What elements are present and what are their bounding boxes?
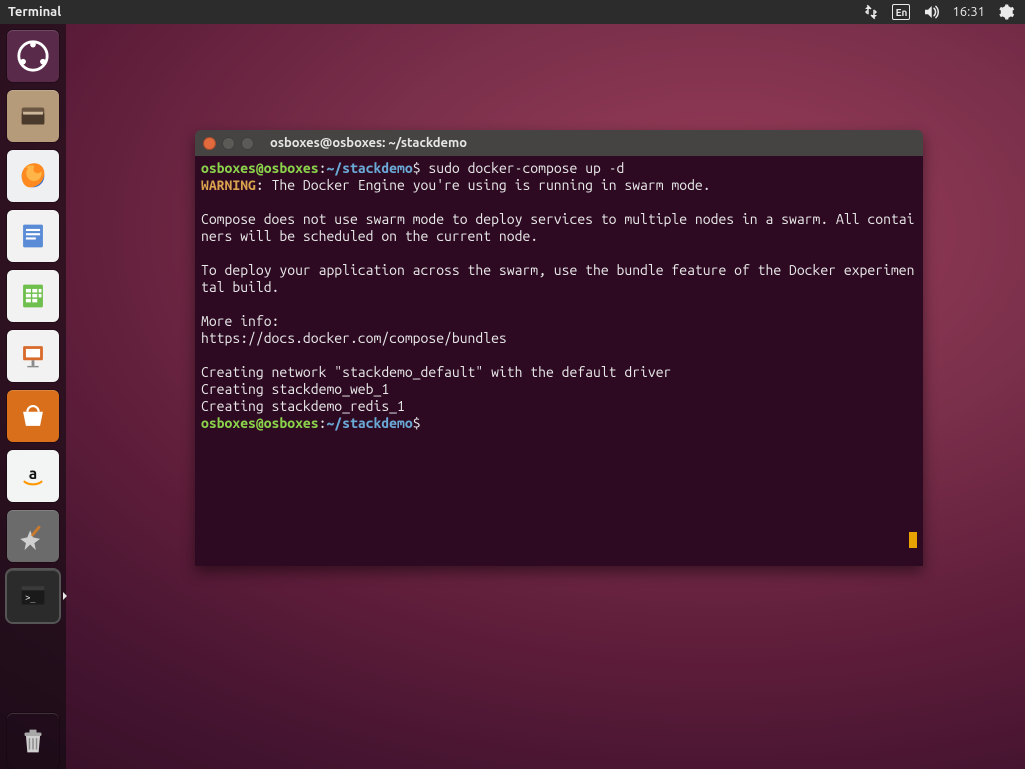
active-app-title: Terminal xyxy=(8,5,61,19)
terminal-body[interactable]: osboxes@osboxes:~/stackdemo$ sudo docker… xyxy=(195,156,923,566)
warning-label: WARNING xyxy=(201,177,256,193)
launcher-terminal[interactable]: >_ xyxy=(7,570,59,622)
window-close-button[interactable] xyxy=(203,137,216,150)
output-block-2: To deploy your application across the sw… xyxy=(201,262,914,295)
window-minimize-button[interactable] xyxy=(222,137,235,150)
launcher-calc[interactable] xyxy=(7,270,59,322)
gear-icon[interactable] xyxy=(997,3,1015,21)
svg-text:>_: >_ xyxy=(25,593,36,603)
prompt2-dollar: $ xyxy=(413,415,429,431)
more-info-label: More info: xyxy=(201,313,279,329)
output-block-1: Compose does not use swarm mode to deplo… xyxy=(201,211,914,244)
prompt2-path: ~/stackdemo xyxy=(326,415,412,431)
launcher-settings[interactable] xyxy=(7,510,59,562)
creating-line-0: Creating network "stackdemo_default" wit… xyxy=(201,364,671,380)
terminal-window: osboxes@osboxes: ~/stackdemo osboxes@osb… xyxy=(195,130,923,566)
indicator-area: En 16:31 xyxy=(862,3,1025,21)
top-panel: Terminal En 16:31 xyxy=(0,0,1025,24)
network-icon[interactable] xyxy=(862,3,880,21)
warning-text: : The Docker Engine you're using is runn… xyxy=(256,177,711,193)
launcher-software[interactable] xyxy=(7,390,59,442)
prompt-dollar: $ xyxy=(413,160,429,176)
prompt-path: ~/stackdemo xyxy=(326,160,412,176)
svg-text:a: a xyxy=(29,464,37,482)
terminal-title: osboxes@osboxes: ~/stackdemo xyxy=(270,136,467,150)
launcher-dash[interactable] xyxy=(7,30,59,82)
sound-icon[interactable] xyxy=(922,3,940,21)
terminal-titlebar[interactable]: osboxes@osboxes: ~/stackdemo xyxy=(195,130,923,156)
window-maximize-button[interactable] xyxy=(241,137,254,150)
launcher-writer[interactable] xyxy=(7,210,59,262)
creating-line-2: Creating stackdemo_redis_1 xyxy=(201,398,405,414)
terminal-cursor xyxy=(909,532,917,548)
more-info-url: https://docs.docker.com/compose/bundles xyxy=(201,330,507,346)
launcher-impress[interactable] xyxy=(7,330,59,382)
launcher-files[interactable] xyxy=(7,90,59,142)
clock[interactable]: 16:31 xyxy=(952,5,985,19)
creating-line-1: Creating stackdemo_web_1 xyxy=(201,381,389,397)
prompt-user-host: osboxes@osboxes xyxy=(201,160,319,176)
launcher-firefox[interactable] xyxy=(7,150,59,202)
launcher: a >_ xyxy=(0,24,66,769)
launcher-amazon[interactable]: a xyxy=(7,450,59,502)
keyboard-indicator[interactable]: En xyxy=(892,4,910,20)
command-text: sudo docker-compose up -d xyxy=(428,160,624,176)
prompt2-user-host: osboxes@osboxes xyxy=(201,415,319,431)
launcher-trash[interactable] xyxy=(7,713,59,769)
